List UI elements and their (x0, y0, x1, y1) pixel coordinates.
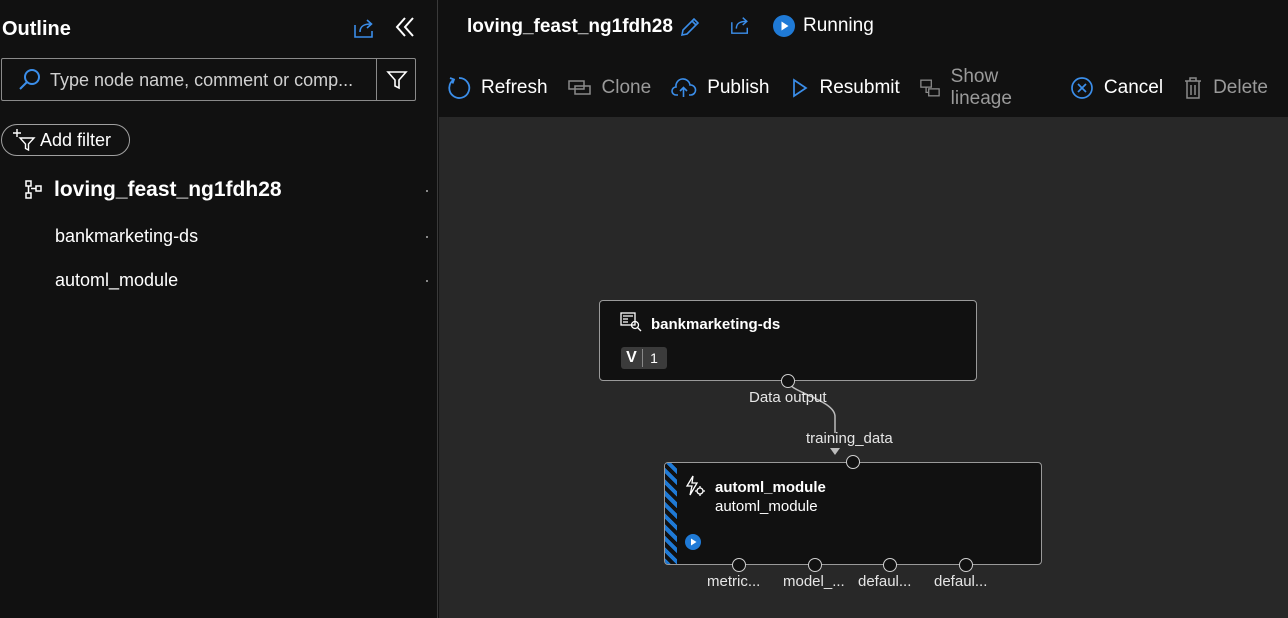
pipeline-canvas[interactable]: bankmarketing-ds V 1 Data output trainin… (439, 117, 1288, 618)
tree-item-bankmarketing-ds[interactable]: bankmarketing-ds (55, 226, 198, 247)
collapse-panel-icon[interactable] (390, 12, 420, 42)
dataset-icon (620, 312, 642, 337)
publish-button[interactable]: Publish (671, 77, 770, 99)
status-label: Running (803, 15, 874, 36)
share-icon[interactable] (350, 14, 378, 42)
resubmit-button[interactable]: Resubmit (790, 77, 900, 99)
outline-panel: Outline Add f (0, 0, 438, 618)
add-filter-icon (13, 129, 36, 151)
version-badge: V 1 (621, 347, 667, 369)
lineage-icon (919, 79, 940, 97)
dataset-node[interactable]: bankmarketing-ds V 1 (599, 300, 977, 381)
running-icon (685, 534, 701, 555)
version-number: 1 (650, 350, 658, 366)
port-label: Data output (749, 389, 827, 406)
refresh-button[interactable]: Refresh (447, 76, 548, 100)
node-title: bankmarketing-ds (651, 316, 781, 333)
search-icon (18, 68, 42, 92)
more-dot (426, 280, 428, 282)
node-subtitle: automl_module (715, 498, 818, 515)
show-lineage-button[interactable]: Show lineage (919, 66, 1050, 110)
refresh-icon (448, 77, 471, 99)
clone-button[interactable]: Clone (567, 77, 651, 99)
trash-icon (1185, 77, 1202, 99)
tree-item-label: loving_feast_ng1fdh28 (54, 178, 282, 201)
delete-button[interactable]: Delete (1183, 76, 1268, 100)
version-prefix: V (621, 349, 643, 367)
more-dot (426, 236, 428, 238)
port-label: metric... (707, 573, 761, 590)
input-port[interactable] (846, 455, 860, 469)
toolbar: Refresh Clone Publish Resubmit Show line… (447, 66, 1288, 109)
search-box (1, 58, 416, 101)
play-outline-icon (792, 78, 808, 98)
output-port[interactable] (808, 558, 822, 572)
filter-button[interactable] (376, 59, 416, 100)
run-status: Running (773, 15, 874, 37)
edit-pencil-icon[interactable] (677, 14, 703, 40)
tree-item-pipeline[interactable]: loving_feast_ng1fdh28 (24, 178, 282, 202)
running-stripe (665, 463, 677, 564)
node-title: automl_module (715, 479, 826, 496)
add-filter-button[interactable]: Add filter (1, 124, 130, 156)
output-port[interactable] (732, 558, 746, 572)
add-filter-label: Add filter (40, 129, 112, 150)
output-port[interactable] (883, 558, 897, 572)
pipeline-title: loving_feast_ng1fdh28 (467, 16, 673, 37)
port-label: defaul... (934, 573, 988, 590)
port-label: training_data (806, 430, 893, 447)
pipeline-icon (25, 180, 42, 199)
filter-icon (385, 70, 408, 89)
search-input[interactable] (50, 65, 372, 95)
port-label: model_... (783, 573, 845, 590)
automl-icon (685, 475, 705, 502)
more-dot (426, 190, 428, 192)
pipeline-header: loving_feast_ng1fdh28 Running Refresh Cl… (439, 0, 1288, 117)
tree-item-automl-module[interactable]: automl_module (55, 270, 178, 291)
output-port[interactable] (781, 374, 795, 388)
module-node[interactable]: automl_module automl_module (664, 462, 1042, 565)
port-label: defaul... (858, 573, 912, 590)
outline-title: Outline (2, 18, 71, 40)
cancel-circle-icon (1071, 77, 1093, 99)
edge-arrow (830, 448, 840, 455)
cloud-upload-icon (671, 78, 697, 97)
cancel-button[interactable]: Cancel (1070, 76, 1163, 100)
running-icon (773, 15, 795, 37)
output-port[interactable] (959, 558, 973, 572)
share-icon[interactable] (727, 12, 753, 38)
clone-icon (567, 80, 591, 95)
